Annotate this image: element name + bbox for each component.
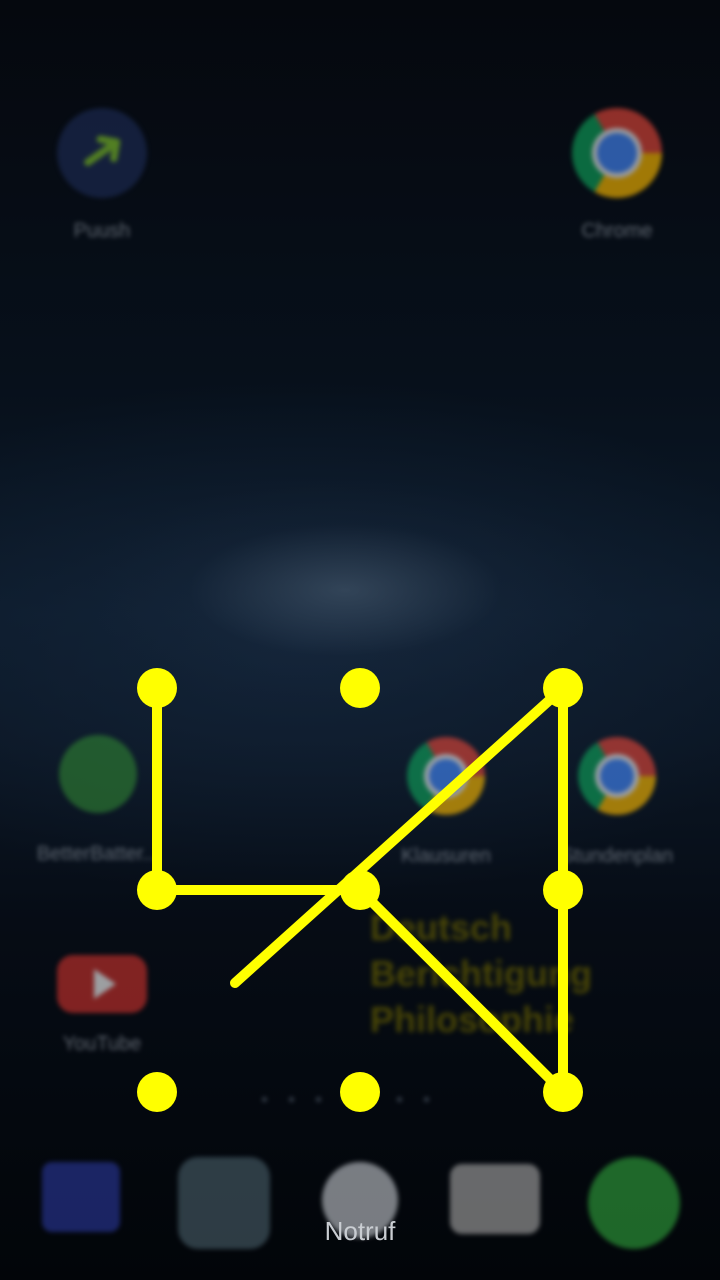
pattern-dot-4[interactable] — [137, 870, 177, 910]
unlock-pattern-grid[interactable] — [0, 0, 720, 1280]
emergency-call-button[interactable]: Notruf — [260, 1216, 460, 1247]
pattern-dot-5[interactable] — [340, 870, 380, 910]
pattern-dot-1[interactable] — [137, 668, 177, 708]
pattern-dot-9[interactable] — [543, 1072, 583, 1112]
pattern-dot-3[interactable] — [543, 668, 583, 708]
pattern-dot-2[interactable] — [340, 668, 380, 708]
pattern-dot-7[interactable] — [137, 1072, 177, 1112]
pattern-dot-8[interactable] — [340, 1072, 380, 1112]
lock-screen: Puush Chrome BetterBatter... Klausuren S… — [0, 0, 720, 1280]
pattern-dot-6[interactable] — [543, 870, 583, 910]
